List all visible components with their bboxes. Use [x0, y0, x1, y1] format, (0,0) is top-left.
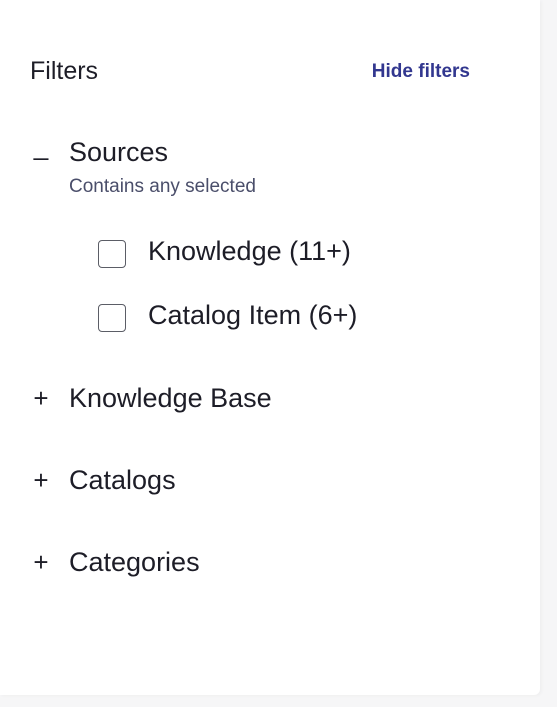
- option-label-catalog-item[interactable]: Catalog Item (6+): [148, 300, 357, 331]
- expand-icon[interactable]: +: [30, 547, 52, 578]
- filter-section-categories[interactable]: + Categories: [30, 547, 490, 587]
- hide-filters-link[interactable]: Hide filters: [372, 61, 470, 83]
- filters-header: Filters Hide filters: [30, 55, 470, 89]
- collapse-icon[interactable]: _: [30, 131, 52, 162]
- section-label-knowledge-base[interactable]: Knowledge Base: [69, 383, 272, 414]
- filter-section-catalogs[interactable]: + Catalogs: [30, 465, 490, 505]
- filter-section-knowledge-base[interactable]: + Knowledge Base: [30, 383, 490, 423]
- filters-panel: Filters Hide filters _ Sources Contains …: [0, 0, 540, 695]
- checkbox-knowledge[interactable]: [98, 240, 126, 268]
- checkbox-catalog-item[interactable]: [98, 304, 126, 332]
- filter-section-sources: _ Sources Contains any selected Knowledg…: [30, 131, 490, 345]
- expand-icon[interactable]: +: [30, 383, 52, 414]
- filters-title: Filters: [30, 57, 99, 85]
- option-label-knowledge[interactable]: Knowledge (11+): [148, 236, 351, 267]
- section-subtitle-sources: Contains any selected: [69, 176, 256, 197]
- section-label-categories[interactable]: Categories: [69, 547, 200, 578]
- section-label-catalogs[interactable]: Catalogs: [69, 465, 176, 496]
- expand-icon[interactable]: +: [30, 465, 52, 496]
- section-label-sources[interactable]: Sources: [69, 137, 168, 168]
